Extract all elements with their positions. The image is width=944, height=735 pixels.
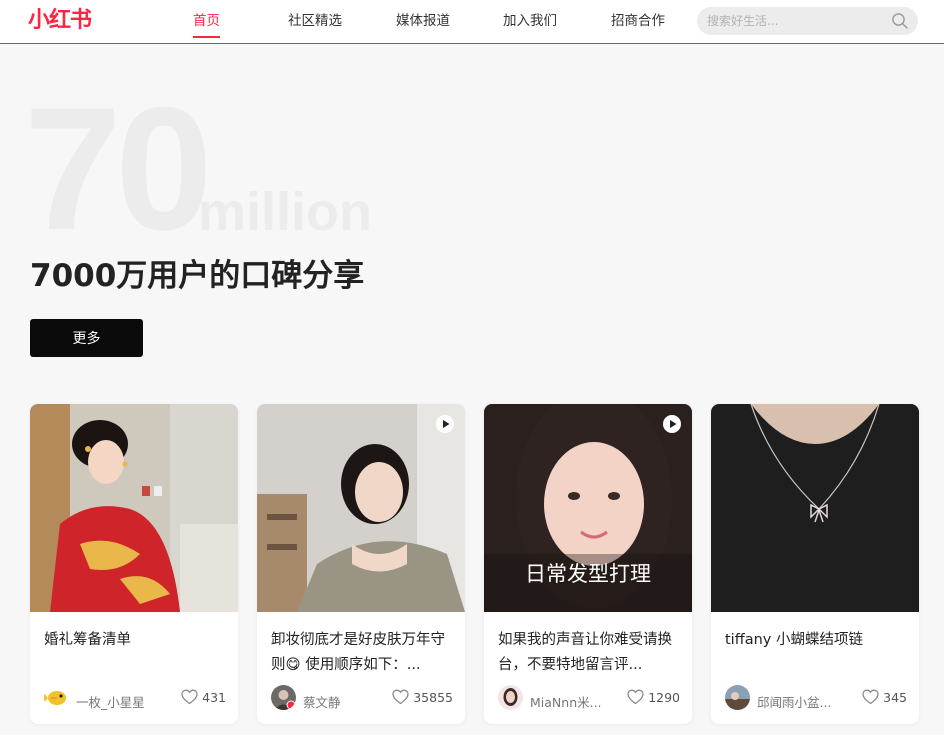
play-icon[interactable]	[662, 414, 682, 434]
hair-video-thumbnail: 日常发型打理	[484, 404, 692, 612]
card-title: 卸妆彻底才是好皮肤万年守则😋 使用顺序如下：...	[271, 632, 445, 673]
search-input[interactable]	[707, 7, 887, 35]
fish-avatar-icon[interactable]	[44, 685, 69, 710]
nav-join-us[interactable]: 加入我们	[503, 12, 557, 30]
play-icon[interactable]	[435, 414, 455, 434]
card-footer: 蔡文静 35855	[271, 685, 453, 711]
card-title: tiffany 小蝴蝶结项链	[725, 632, 863, 648]
card-title: 如果我的声音让你难受请换台，不要特地留言评...	[498, 632, 672, 673]
note-card[interactable]: 日常发型打理 如果我的声音让你难受请换台，不要特地留言评... MiaNnn米.…	[484, 404, 692, 724]
like-count: 431	[202, 689, 226, 705]
necklace-photo	[711, 404, 919, 612]
search-box	[697, 7, 918, 35]
logo[interactable]: 小红书	[28, 6, 92, 36]
like-count: 35855	[413, 689, 453, 705]
hero-big-number: 70	[24, 72, 213, 267]
note-card[interactable]: tiffany 小蝴蝶结项链 邱闻雨小盆... 345	[711, 404, 919, 724]
user-avatar-icon[interactable]	[498, 685, 523, 710]
makeup-video-thumbnail	[257, 404, 465, 612]
heart-icon[interactable]	[627, 689, 644, 705]
heart-icon[interactable]	[392, 689, 409, 705]
card-footer: 邱闻雨小盆... 345	[725, 685, 907, 711]
bride-photo	[30, 404, 238, 612]
card-title: 婚礼筹备清单	[44, 632, 131, 648]
like-counter[interactable]: 1290	[627, 688, 680, 706]
top-nav-bar: 小红书 首页 社区精选 媒体报道 加入我们 招商合作	[0, 0, 944, 44]
nav-home[interactable]: 首页	[193, 12, 220, 38]
like-counter[interactable]: 35855	[392, 688, 453, 706]
heart-icon[interactable]	[862, 689, 879, 705]
note-card[interactable]: 婚礼筹备清单 一枚_小星星 431	[30, 404, 238, 724]
nav-community-picks[interactable]: 社区精选	[288, 12, 342, 30]
hero-unit: million	[198, 182, 372, 242]
like-count: 345	[883, 689, 907, 705]
author-name[interactable]: 蔡文静	[303, 692, 341, 711]
user-avatar-icon[interactable]	[271, 685, 296, 710]
nav-business-cooperation[interactable]: 招商合作	[611, 12, 665, 30]
like-counter[interactable]: 431	[181, 688, 226, 706]
more-button[interactable]: 更多	[30, 319, 143, 357]
author-name[interactable]: MiaNnn米...	[530, 692, 602, 711]
image-caption: 日常发型打理	[525, 562, 651, 586]
like-count: 1290	[648, 689, 680, 705]
nav-media-reports[interactable]: 媒体报道	[396, 12, 450, 30]
search-icon[interactable]	[891, 12, 909, 30]
user-avatar-icon[interactable]	[725, 685, 750, 710]
author-name[interactable]: 一枚_小星星	[76, 692, 145, 711]
card-footer: MiaNnn米... 1290	[498, 685, 680, 711]
like-counter[interactable]: 345	[862, 688, 907, 706]
author-name[interactable]: 邱闻雨小盆...	[757, 692, 831, 711]
heart-icon[interactable]	[181, 689, 198, 705]
card-footer: 一枚_小星星 431	[44, 685, 226, 711]
hero-title: 7000万用户的口碑分享	[30, 258, 365, 294]
note-card[interactable]: 卸妆彻底才是好皮肤万年守则😋 使用顺序如下：... 蔡文静 35855	[257, 404, 465, 724]
